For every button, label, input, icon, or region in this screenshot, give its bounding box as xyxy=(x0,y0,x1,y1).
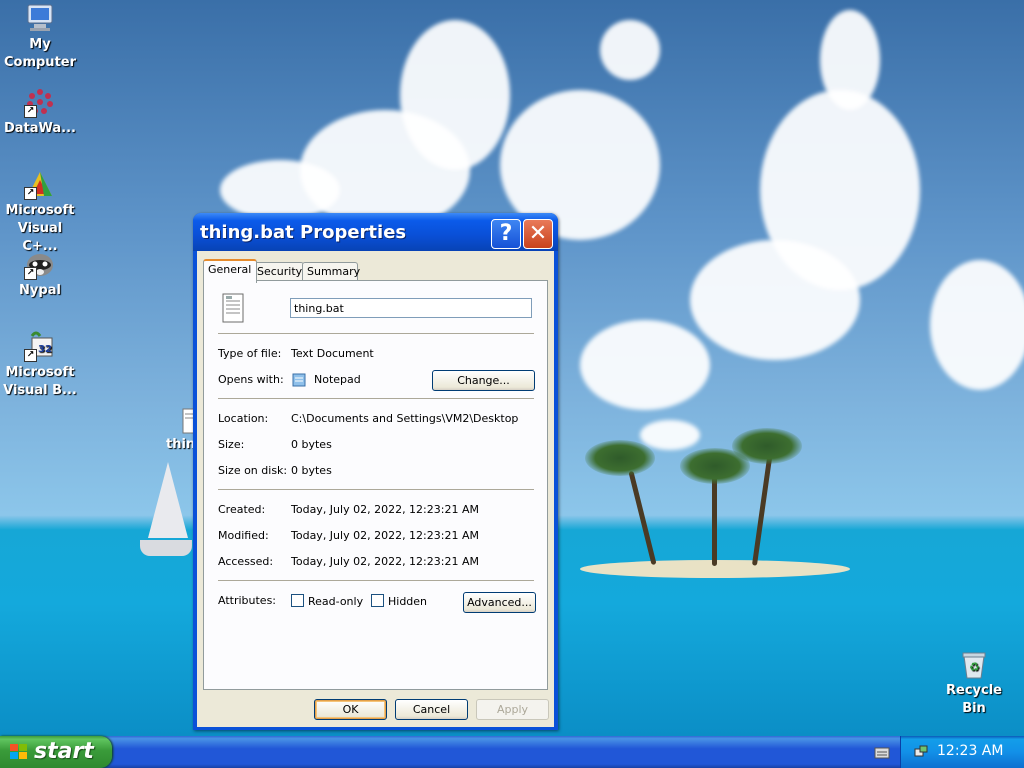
separator xyxy=(218,398,534,399)
shortcut-arrow-icon: ↗ xyxy=(24,349,37,362)
shortcut-arrow-icon: ↗ xyxy=(24,187,37,200)
readonly-label[interactable]: Read-only xyxy=(308,595,363,608)
hidden-label[interactable]: Hidden xyxy=(388,595,427,608)
opens-with-label: Opens with: xyxy=(218,373,284,386)
desktop-icon-label: DataWa... xyxy=(3,121,76,136)
keyboard-icon[interactable] xyxy=(874,745,890,764)
palm-leaves xyxy=(732,428,802,464)
datawa-icon: ↗ xyxy=(24,86,56,118)
separator xyxy=(218,333,534,334)
cloud xyxy=(820,10,880,110)
shortcut-arrow-icon: ↗ xyxy=(24,267,37,280)
system-tray: 12:23 AM xyxy=(900,736,1024,768)
palm-leaves xyxy=(585,440,655,476)
separator xyxy=(218,580,534,581)
change-button[interactable]: Change... xyxy=(432,370,535,391)
cloud xyxy=(640,420,700,450)
text-file-icon xyxy=(222,293,244,327)
palm-trunk xyxy=(712,470,717,566)
help-button[interactable]: ? xyxy=(491,219,521,249)
modified-label: Modified: xyxy=(218,529,269,542)
type-of-file-label: Type of file: xyxy=(218,347,282,360)
cloud xyxy=(930,260,1024,390)
properties-dialog: thing.bat Properties ? ✕ General Securit… xyxy=(193,213,558,730)
cloud xyxy=(220,160,340,220)
dialog-title: thing.bat Properties xyxy=(200,222,407,243)
sailboat-hull xyxy=(140,540,192,556)
desktop-icon-my-computer[interactable]: My Computer xyxy=(0,2,80,72)
svg-text:32: 32 xyxy=(38,344,52,355)
start-label: start xyxy=(34,739,94,764)
desktop-icon-nypal[interactable]: ↗ Nypal xyxy=(0,248,80,300)
close-button[interactable]: ✕ xyxy=(523,219,553,249)
clock[interactable]: 12:23 AM xyxy=(937,743,1003,759)
network-icon[interactable] xyxy=(913,744,929,764)
size-on-disk-label: Size on disk: xyxy=(218,464,288,477)
desktop-icon-visual-cpp[interactable]: ↗ Microsoft Visual C+... xyxy=(0,168,80,256)
cancel-button[interactable]: Cancel xyxy=(395,699,468,720)
size-label: Size: xyxy=(218,438,245,451)
created-label: Created: xyxy=(218,503,266,516)
desktop-icon-label: My Computer xyxy=(3,37,77,70)
hidden-checkbox[interactable] xyxy=(371,594,384,607)
readonly-checkbox[interactable] xyxy=(291,594,304,607)
notepad-icon xyxy=(292,372,306,391)
cloud xyxy=(600,20,660,80)
desktop-icon-label: Nypal xyxy=(19,283,61,298)
apply-button[interactable]: Apply xyxy=(476,699,549,720)
accessed-value: Today, July 02, 2022, 12:23:21 AM xyxy=(291,555,479,568)
desktop-icon-recycle-bin[interactable]: ♻ Recycle Bin xyxy=(934,648,1014,718)
modified-value: Today, July 02, 2022, 12:23:21 AM xyxy=(291,529,479,542)
recycle-bin-icon: ♻ xyxy=(958,648,990,680)
computer-icon xyxy=(24,2,56,34)
advanced-button[interactable]: Advanced... xyxy=(463,592,536,613)
tab-general[interactable]: General xyxy=(203,259,257,283)
desktop-icon-datawa[interactable]: ↗ DataWa... xyxy=(0,86,80,138)
created-value: Today, July 02, 2022, 12:23:21 AM xyxy=(291,503,479,516)
svg-text:♻: ♻ xyxy=(969,660,980,674)
location-value: C:\Documents and Settings\VM2\Desktop xyxy=(291,412,519,425)
visual-basic-icon: 32 ↗ xyxy=(24,330,56,362)
palm-trunk xyxy=(628,470,657,566)
tab-summary[interactable]: Summary xyxy=(302,262,360,281)
shortcut-arrow-icon: ↗ xyxy=(24,105,37,118)
ok-button[interactable]: OK xyxy=(314,699,387,720)
sailboat-sail xyxy=(148,462,188,538)
cloud xyxy=(690,240,860,360)
dialog-body: General Security Summary thing.bat Type … xyxy=(197,251,554,727)
type-of-file-value: Text Document xyxy=(291,347,374,360)
size-value: 0 bytes xyxy=(291,438,332,451)
palm-trunk xyxy=(751,450,774,566)
general-panel: thing.bat Type of file: Text Document Op… xyxy=(203,280,548,690)
cloud xyxy=(400,20,510,170)
visual-cpp-icon: ↗ xyxy=(24,168,56,200)
separator xyxy=(218,489,534,490)
filename-input[interactable]: thing.bat xyxy=(290,298,532,318)
size-on-disk-value: 0 bytes xyxy=(291,464,332,477)
accessed-label: Accessed: xyxy=(218,555,274,568)
location-label: Location: xyxy=(218,412,269,425)
attributes-label: Attributes: xyxy=(218,594,277,607)
title-bar[interactable]: thing.bat Properties ? ✕ xyxy=(193,213,558,251)
cloud xyxy=(580,320,710,410)
tab-security[interactable]: Security xyxy=(252,262,304,281)
desktop-icon-label: Microsoft Visual B... xyxy=(3,365,77,398)
windows-logo-icon xyxy=(10,744,28,764)
start-button[interactable]: start xyxy=(0,736,112,768)
opens-with-value: Notepad xyxy=(314,373,361,386)
desktop-icon-visual-basic[interactable]: 32 ↗ Microsoft Visual B... xyxy=(0,330,80,400)
raccoon-icon: ↗ xyxy=(24,248,56,280)
desktop-icon-label: Recycle Bin xyxy=(946,683,1002,716)
taskbar: start 12:23 AM xyxy=(0,736,1024,768)
